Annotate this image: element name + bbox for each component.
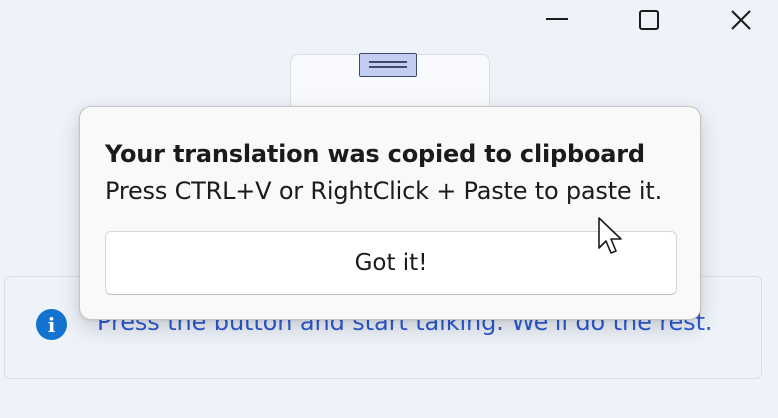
got-it-button[interactable]: Got it! [105, 231, 677, 295]
minimize-icon [546, 18, 568, 20]
clipboard-clip-icon [359, 53, 417, 77]
mouse-cursor-icon [598, 217, 622, 254]
close-icon [731, 10, 751, 30]
tip-title: Your translation was copied to clipboard [105, 140, 645, 168]
minimize-button[interactable] [534, 0, 580, 40]
maximize-button[interactable] [626, 0, 672, 40]
tip-subtitle: Press CTRL+V or RightClick + Paste to pa… [105, 177, 663, 205]
info-icon: i [36, 309, 67, 340]
maximize-icon [639, 10, 659, 30]
close-button[interactable] [718, 0, 764, 40]
copied-teaching-tip: Your translation was copied to clipboard… [79, 106, 701, 320]
